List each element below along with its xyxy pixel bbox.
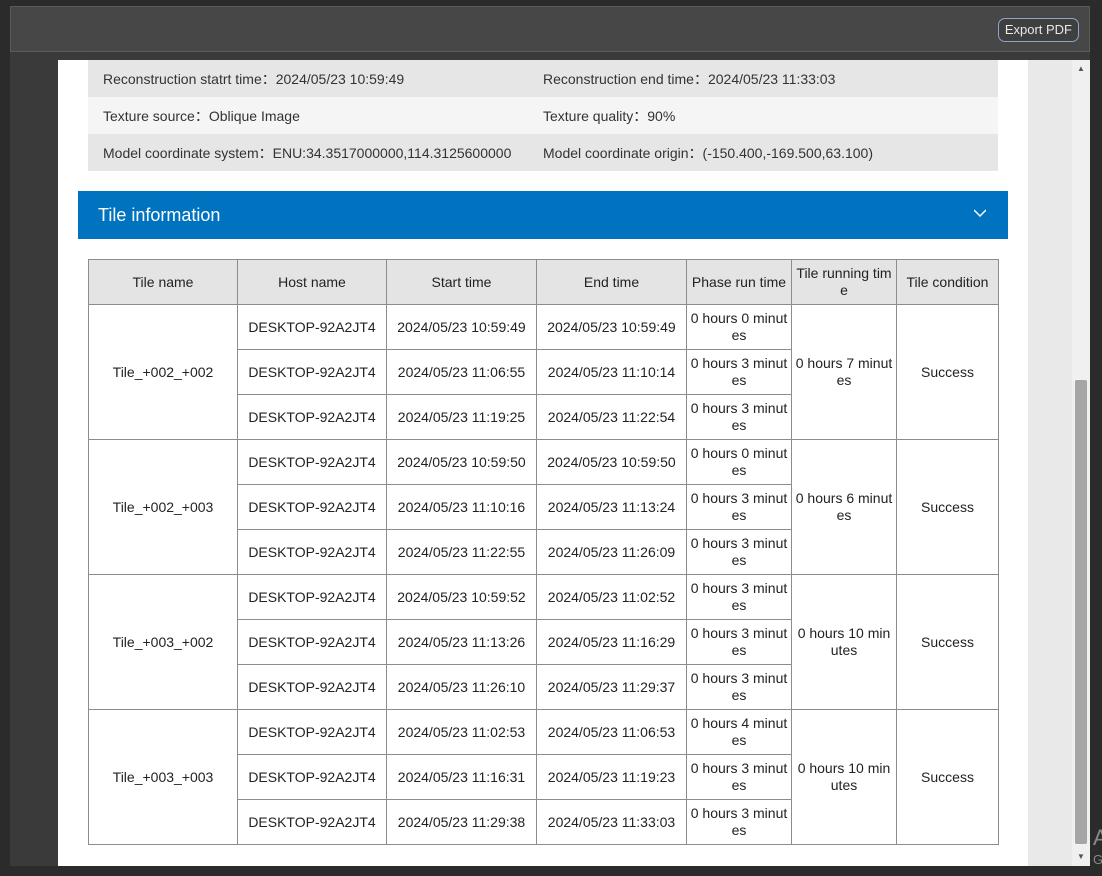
chevron-down-icon[interactable] — [974, 207, 986, 219]
phase-run-time-cell: 0 hours 3 minutes — [686, 529, 792, 575]
edge-letter-small: G — [1093, 852, 1102, 867]
end-time-cell: 2024/05/23 11:33:03 — [536, 799, 687, 845]
info-row: Reconstruction statrt time：2024/05/23 10… — [88, 60, 998, 97]
tile-name-cell: Tile_+003_+002 — [88, 574, 238, 710]
tile-running-time-cell: 0 hours 6 minutes — [791, 439, 897, 575]
scroll-up-arrow-icon[interactable]: ▲ — [1072, 62, 1090, 76]
info-row: Texture source：Oblique Image Texture qua… — [88, 97, 998, 134]
start-time-cell: 2024/05/23 11:29:38 — [386, 799, 537, 845]
host-name-cell: DESKTOP-92A2JT4 — [237, 484, 387, 530]
info-start-time: Reconstruction statrt time：2024/05/23 10… — [103, 70, 405, 87]
start-time-cell: 2024/05/23 11:06:55 — [386, 349, 537, 395]
host-name-cell: DESKTOP-92A2JT4 — [237, 349, 387, 395]
column-header: End time — [536, 259, 687, 305]
phase-run-time-cell: 0 hours 0 minutes — [686, 304, 792, 350]
tile-name-cell: Tile_+003_+003 — [88, 709, 238, 845]
tile-condition-cell: Success — [896, 439, 999, 575]
info-row: Model coordinate system：ENU:34.351700000… — [88, 134, 998, 171]
phase-run-time-cell: 0 hours 3 minutes — [686, 574, 792, 620]
table-row: Tile_+003_+003 DESKTOP-92A2JT4 2024/05/23 … — [88, 709, 999, 845]
phase-run-time-cell: 0 hours 3 minutes — [686, 484, 792, 530]
end-time-cell: 2024/05/23 11:22:54 — [536, 394, 687, 440]
host-name-cell: DESKTOP-92A2JT4 — [237, 709, 387, 755]
tile-condition-cell: Success — [896, 709, 999, 845]
column-header: Tile name — [88, 259, 238, 305]
phase-run-time-cell: 0 hours 3 minutes — [686, 394, 792, 440]
start-time-cell: 2024/05/23 11:26:10 — [386, 664, 537, 710]
reconstruction-info: Reconstruction statrt time：2024/05/23 10… — [88, 60, 998, 171]
column-header: Tile running time — [791, 259, 897, 305]
table-row: Tile_+002_+003 DESKTOP-92A2JT4 2024/05/23 … — [88, 439, 999, 575]
phase-run-time-cell: 0 hours 3 minutes — [686, 349, 792, 395]
end-time-cell: 2024/05/23 10:59:50 — [536, 439, 687, 485]
host-name-cell: DESKTOP-92A2JT4 — [237, 574, 387, 620]
tile-running-time-cell: 0 hours 10 minutes — [791, 709, 897, 845]
end-time-cell: 2024/05/23 11:19:23 — [536, 754, 687, 800]
start-time-cell: 2024/05/23 11:10:16 — [386, 484, 537, 530]
start-time-cell: 2024/05/23 11:16:31 — [386, 754, 537, 800]
end-time-cell: 2024/05/23 10:59:49 — [536, 304, 687, 350]
info-texture-source: Texture source：Oblique Image — [103, 107, 300, 124]
phase-run-time-cell: 0 hours 3 minutes — [686, 664, 792, 710]
end-time-cell: 2024/05/23 11:06:53 — [536, 709, 687, 755]
host-name-cell: DESKTOP-92A2JT4 — [237, 529, 387, 575]
phase-run-time-cell: 0 hours 4 minutes — [686, 709, 792, 755]
start-time-cell: 2024/05/23 10:59:49 — [386, 304, 537, 350]
info-coordinate-origin: Model coordinate origin：(-150.400,-169.5… — [543, 144, 873, 161]
tile-table: Tile name Host name Start time End time … — [88, 259, 999, 845]
tile-running-time-cell: 0 hours 10 minutes — [791, 574, 897, 710]
host-name-cell: DESKTOP-92A2JT4 — [237, 799, 387, 845]
info-end-time: Reconstruction end time：2024/05/23 11:33… — [543, 70, 836, 87]
start-time-cell: 2024/05/23 11:19:25 — [386, 394, 537, 440]
scroll-thumb[interactable] — [1075, 380, 1087, 844]
end-time-cell: 2024/05/23 11:29:37 — [536, 664, 687, 710]
info-texture-quality: Texture quality：90% — [543, 107, 676, 124]
tile-name-cell: Tile_+002_+003 — [88, 439, 238, 575]
vertical-scrollbar[interactable]: ▲ ▼ — [1072, 60, 1090, 866]
column-header: Phase run time — [686, 259, 792, 305]
edge-letter: A — [1093, 825, 1102, 850]
tile-name-cell: Tile_+002_+002 — [88, 304, 238, 440]
report-content: Reconstruction statrt time：2024/05/23 10… — [58, 60, 1028, 866]
start-time-cell: 2024/05/23 10:59:52 — [386, 574, 537, 620]
column-header: Start time — [386, 259, 537, 305]
start-time-cell: 2024/05/23 10:59:50 — [386, 439, 537, 485]
end-time-cell: 2024/05/23 11:26:09 — [536, 529, 687, 575]
phase-run-time-cell: 0 hours 3 minutes — [686, 619, 792, 665]
end-time-cell: 2024/05/23 11:16:29 — [536, 619, 687, 665]
start-time-cell: 2024/05/23 11:13:26 — [386, 619, 537, 665]
host-name-cell: DESKTOP-92A2JT4 — [237, 664, 387, 710]
host-name-cell: DESKTOP-92A2JT4 — [237, 619, 387, 665]
phase-run-time-cell: 0 hours 3 minutes — [686, 754, 792, 800]
host-name-cell: DESKTOP-92A2JT4 — [237, 754, 387, 800]
start-time-cell: 2024/05/23 11:22:55 — [386, 529, 537, 575]
table-header-row: Tile name Host name Start time End time … — [88, 259, 999, 305]
tile-condition-cell: Success — [896, 304, 999, 440]
host-name-cell: DESKTOP-92A2JT4 — [237, 394, 387, 440]
section-title: Tile information — [98, 205, 221, 225]
scroll-down-arrow-icon[interactable]: ▼ — [1072, 850, 1090, 864]
phase-run-time-cell: 0 hours 3 minutes — [686, 799, 792, 845]
table-row: Tile_+002_+002 DESKTOP-92A2JT4 2024/05/23 … — [88, 304, 999, 440]
export-pdf-button[interactable]: Export PDF — [997, 18, 1079, 42]
host-name-cell: DESKTOP-92A2JT4 — [237, 304, 387, 350]
phase-run-time-cell: 0 hours 0 minutes — [686, 439, 792, 485]
end-time-cell: 2024/05/23 11:02:52 — [536, 574, 687, 620]
tile-condition-cell: Success — [896, 574, 999, 710]
start-time-cell: 2024/05/23 11:02:53 — [386, 709, 537, 755]
top-toolbar: Export PDF — [10, 6, 1090, 52]
end-time-cell: 2024/05/23 11:13:24 — [536, 484, 687, 530]
tile-running-time-cell: 0 hours 7 minutes — [791, 304, 897, 440]
table-row: Tile_+003_+002 DESKTOP-92A2JT4 2024/05/23 … — [88, 574, 999, 710]
end-time-cell: 2024/05/23 11:10:14 — [536, 349, 687, 395]
right-gutter — [1028, 60, 1072, 866]
column-header: Host name — [237, 259, 387, 305]
info-coordinate-system: Model coordinate system：ENU:34.351700000… — [103, 144, 512, 161]
tile-information-header[interactable]: Tile information — [78, 191, 1008, 239]
host-name-cell: DESKTOP-92A2JT4 — [237, 439, 387, 485]
column-header: Tile condition — [896, 259, 999, 305]
edge-watermark: A G — [1093, 824, 1102, 868]
